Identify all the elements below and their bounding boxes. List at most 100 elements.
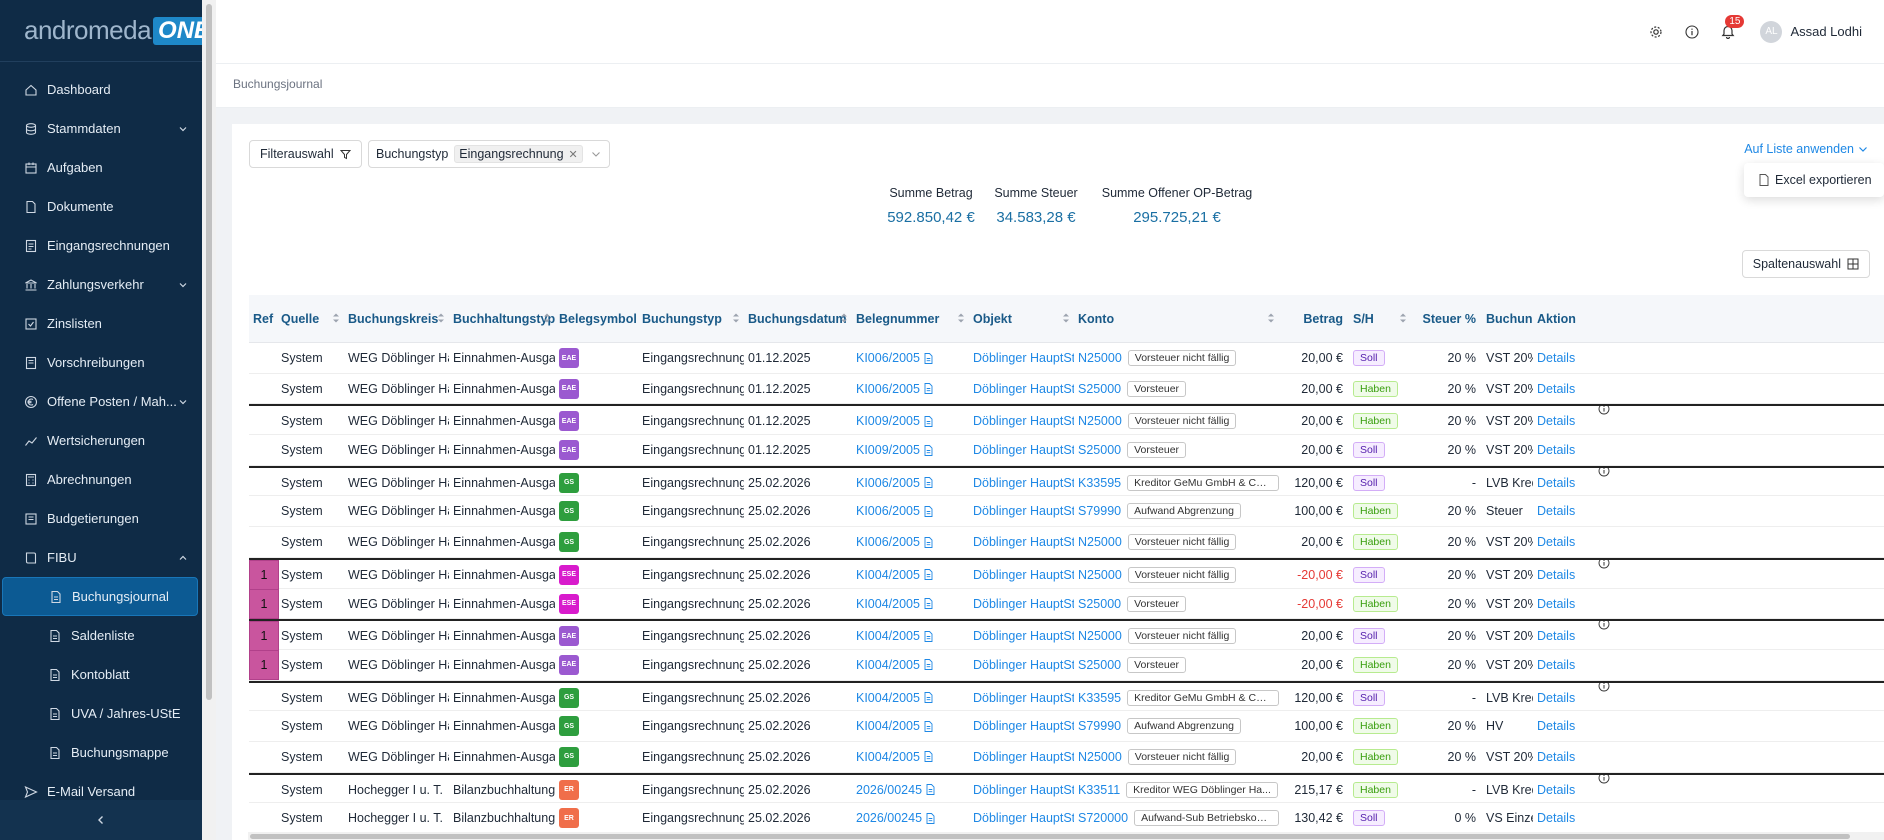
sidebar-collapse-button[interactable] bbox=[0, 800, 202, 840]
cell-objekt[interactable]: Döblinger HauptStr... bbox=[969, 742, 1074, 772]
cell-belegnummer[interactable]: KI006/2005 bbox=[852, 527, 969, 557]
belegnummer-link[interactable]: KI009/2005 bbox=[856, 443, 920, 457]
details-link[interactable]: Details bbox=[1537, 719, 1575, 733]
cell-belegnummer[interactable]: KI004/2005 bbox=[852, 711, 969, 741]
belegnummer-link[interactable]: KI004/2005 bbox=[856, 568, 920, 582]
cell-belegnummer[interactable]: KI009/2005 bbox=[852, 406, 969, 436]
sidebar-item-stammdaten[interactable]: Stammdaten bbox=[0, 109, 202, 148]
cell-belegnummer[interactable]: KI006/2005 bbox=[852, 343, 969, 373]
document-icon[interactable] bbox=[924, 352, 933, 364]
column-header-objekt[interactable]: Objekt bbox=[969, 295, 1074, 343]
table-row[interactable]: 1System WEG Döblinger Ha... Einnahmen-Ausg… bbox=[249, 649, 1884, 681]
sort-icon[interactable] bbox=[437, 312, 445, 324]
column-header-buchhaltungstyp[interactable]: Buchhaltungstyp bbox=[449, 295, 555, 343]
sidebar-subitem-buchungsjournal[interactable]: Buchungsjournal bbox=[2, 577, 198, 616]
details-link[interactable]: Details bbox=[1537, 629, 1575, 643]
details-link[interactable]: Details bbox=[1537, 382, 1575, 396]
buchungstyp-filter-select[interactable]: Buchungstyp Eingangsrechnung ✕ bbox=[368, 140, 610, 168]
column-header-aktion[interactable]: Aktion bbox=[1533, 295, 1613, 343]
table-row[interactable]: System WEG Döblinger Ha... Einnahmen-Ausga… bbox=[249, 742, 1884, 773]
info-icon[interactable] bbox=[1598, 682, 1610, 692]
sidebar-item-zahlungsverkehr[interactable]: Zahlungsverkehr bbox=[0, 265, 202, 304]
konto-link[interactable]: S720000 bbox=[1078, 811, 1128, 825]
sidebar-scrollbar[interactable] bbox=[202, 0, 216, 840]
details-link[interactable]: Details bbox=[1537, 476, 1575, 490]
cell-belegnummer[interactable]: KI004/2005 bbox=[852, 589, 969, 619]
cell-objekt[interactable]: Döblinger HauptStr... bbox=[969, 775, 1074, 805]
belegnummer-link[interactable]: KI004/2005 bbox=[856, 719, 920, 733]
document-icon[interactable] bbox=[924, 444, 933, 456]
sort-icon[interactable] bbox=[543, 312, 551, 324]
cell-objekt[interactable]: Döblinger HauptStr... bbox=[969, 468, 1074, 498]
konto-link[interactable]: S25000 bbox=[1078, 597, 1121, 611]
cell-belegnummer[interactable]: KI004/2005 bbox=[852, 560, 969, 590]
info-icon[interactable] bbox=[1598, 774, 1610, 784]
column-header-buchungsdatum[interactable]: Buchungsdatum bbox=[744, 295, 852, 343]
cell-objekt[interactable]: Döblinger HauptStr... bbox=[969, 711, 1074, 741]
cell-belegnummer[interactable]: KI004/2005 bbox=[852, 742, 969, 772]
table-row[interactable]: 1System WEG Döblinger Ha... Einnahmen-Ausg… bbox=[249, 619, 1884, 652]
cell-objekt[interactable]: Döblinger HauptStr... bbox=[969, 406, 1074, 436]
details-link[interactable]: Details bbox=[1537, 414, 1575, 428]
sidebar-subitem-buchungsmappe[interactable]: Buchungsmappe bbox=[0, 733, 202, 772]
document-icon[interactable] bbox=[924, 569, 933, 581]
konto-link[interactable]: N25000 bbox=[1078, 414, 1122, 428]
sidebar-item-aufgaben[interactable]: Aufgaben bbox=[0, 148, 202, 187]
belegnummer-link[interactable]: KI004/2005 bbox=[856, 658, 920, 672]
document-icon[interactable] bbox=[924, 598, 933, 609]
document-icon[interactable] bbox=[924, 720, 933, 732]
document-icon[interactable] bbox=[924, 477, 933, 489]
column-header-buchungskreis[interactable]: Buchungskreis bbox=[344, 295, 449, 343]
notifications-button[interactable]: 15 bbox=[1710, 14, 1746, 50]
table-row[interactable]: System Hochegger I u. T. Bilanzbuchhaltung… bbox=[249, 803, 1884, 834]
cell-belegnummer[interactable]: KI004/2005 bbox=[852, 683, 969, 713]
cell-objekt[interactable]: Döblinger HauptStr... bbox=[969, 803, 1074, 833]
cell-objekt[interactable]: Döblinger HauptStr... bbox=[969, 621, 1074, 651]
sidebar-item-vorschreibungen[interactable]: Vorschreibungen bbox=[0, 343, 202, 382]
cell-belegnummer[interactable]: KI009/2005 bbox=[852, 435, 969, 465]
sidebar-scrollbar-thumb[interactable] bbox=[206, 4, 212, 700]
table-row[interactable]: System WEG Döblinger Ha... Einnahmen-Ausga… bbox=[249, 711, 1884, 742]
cell-objekt[interactable]: Döblinger HauptStr... bbox=[969, 650, 1074, 680]
sidebar-item-zinslisten[interactable]: Zinslisten bbox=[0, 304, 202, 343]
sidebar-subitem-saldenliste[interactable]: Saldenliste bbox=[0, 616, 202, 655]
details-link[interactable]: Details bbox=[1537, 535, 1575, 549]
info-icon[interactable] bbox=[1598, 621, 1610, 630]
konto-link[interactable]: K33595 bbox=[1078, 476, 1121, 490]
belegnummer-link[interactable]: 2026/00245 bbox=[856, 783, 922, 797]
close-icon[interactable]: ✕ bbox=[569, 148, 578, 161]
document-icon[interactable] bbox=[924, 692, 933, 704]
cell-objekt[interactable]: Döblinger HauptStr... bbox=[969, 343, 1074, 373]
cell-belegnummer[interactable]: 2026/00245 bbox=[852, 775, 969, 805]
document-icon[interactable] bbox=[926, 784, 935, 796]
sort-icon[interactable] bbox=[957, 312, 965, 324]
sidebar-item-dokumente[interactable]: Dokumente bbox=[0, 187, 202, 226]
column-header-belegnummer[interactable]: Belegnummer bbox=[852, 295, 969, 343]
column-header-belegsymbol[interactable]: Belegsymbol bbox=[555, 295, 638, 343]
info-icon[interactable] bbox=[1598, 406, 1610, 415]
document-icon[interactable] bbox=[924, 630, 933, 642]
details-link[interactable]: Details bbox=[1537, 443, 1575, 457]
cell-belegnummer[interactable]: KI004/2005 bbox=[852, 621, 969, 651]
settings-button[interactable] bbox=[1638, 14, 1674, 50]
info-button[interactable] bbox=[1674, 14, 1710, 50]
belegnummer-link[interactable]: 2026/00245 bbox=[856, 811, 922, 825]
document-icon[interactable] bbox=[924, 751, 933, 763]
user-menu[interactable]: AL Assad Lodhi bbox=[1760, 20, 1862, 43]
column-header-buchungs[interactable]: Buchungs bbox=[1482, 295, 1533, 343]
konto-link[interactable]: N25000 bbox=[1078, 535, 1122, 549]
details-link[interactable]: Details bbox=[1537, 658, 1575, 672]
cell-objekt[interactable]: Döblinger HauptStr... bbox=[969, 589, 1074, 619]
document-icon[interactable] bbox=[924, 659, 933, 671]
app-logo[interactable]: andromeda ONE ® bbox=[0, 0, 222, 62]
belegnummer-link[interactable]: KI006/2005 bbox=[856, 504, 920, 518]
belegnummer-link[interactable]: KI006/2005 bbox=[856, 476, 920, 490]
table-row[interactable]: System WEG Döblinger Ha... Einnahmen-Ausga… bbox=[249, 343, 1884, 374]
sidebar-item-dashboard[interactable]: Dashboard bbox=[0, 70, 202, 109]
belegnummer-link[interactable]: KI006/2005 bbox=[856, 535, 920, 549]
konto-link[interactable]: N25000 bbox=[1078, 568, 1122, 582]
table-row[interactable]: System WEG Döblinger Ha... Einnahmen-Ausga… bbox=[249, 680, 1884, 713]
sort-icon[interactable] bbox=[332, 312, 340, 324]
belegnummer-link[interactable]: KI004/2005 bbox=[856, 597, 920, 611]
konto-link[interactable]: S25000 bbox=[1078, 382, 1121, 396]
